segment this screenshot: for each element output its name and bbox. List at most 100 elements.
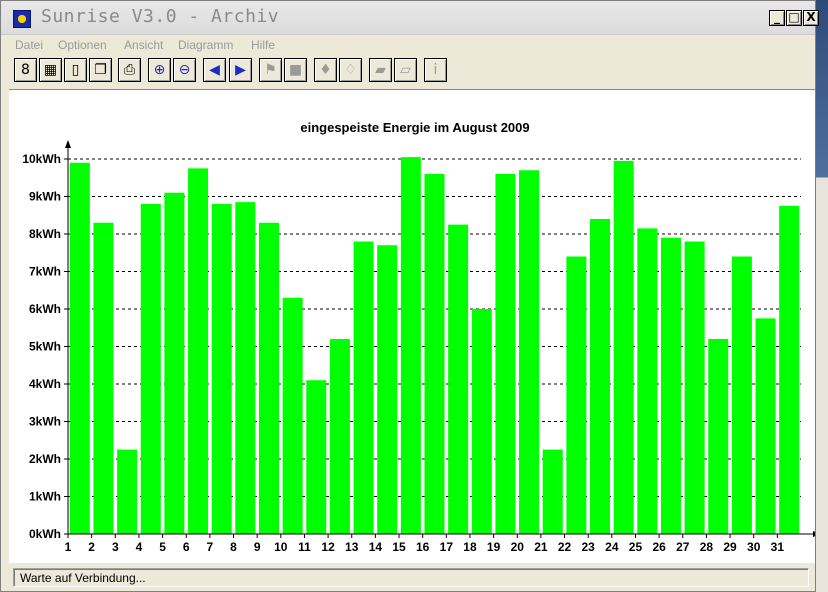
y-tick-label: 7kWh — [29, 265, 61, 279]
bar — [566, 256, 587, 534]
bar — [590, 219, 611, 534]
zoom-out-icon[interactable]: ⊖ — [173, 58, 196, 82]
x-tick-label: 13 — [345, 540, 359, 554]
x-tick-label: 26 — [652, 540, 666, 554]
bar — [660, 237, 681, 534]
bar — [755, 318, 776, 534]
window-title: Sunrise V3.0 - Archiv — [41, 6, 280, 27]
close-button[interactable]: X — [803, 10, 819, 26]
previous-icon[interactable]: ◀ — [203, 58, 226, 82]
x-tick-label: 21 — [534, 540, 548, 554]
bar — [164, 192, 185, 534]
bar — [353, 241, 374, 534]
chart-title: eingespeiste Energie im August 2009 — [300, 120, 529, 135]
folder-check-icon[interactable]: ▱ — [394, 58, 417, 82]
y-tick-label: 8kWh — [29, 227, 61, 241]
x-tick-label: 29 — [723, 540, 737, 554]
app-window: Sunrise V3.0 - Archiv _ □ X Datei Option… — [0, 0, 819, 592]
x-tick-label: 25 — [629, 540, 643, 554]
pin-icon[interactable]: ♦ — [314, 58, 337, 82]
inverter-icon[interactable]: 8 — [14, 58, 37, 82]
bar — [258, 222, 279, 534]
menu-datei[interactable]: Datei — [15, 38, 43, 52]
y-tick-label: 1kWh — [29, 490, 61, 504]
bar — [117, 449, 138, 534]
x-tick-label: 24 — [605, 540, 619, 554]
bar — [613, 160, 634, 534]
chart-area: eingespeiste Energie im August 2009 0kWh 1… — [9, 89, 815, 563]
bar — [400, 157, 421, 534]
x-tick-label: 15 — [392, 540, 406, 554]
x-tick-label: 2 — [88, 540, 95, 554]
x-tick-label: 9 — [254, 540, 261, 554]
y-tick-label: 3kWh — [29, 415, 61, 429]
bar — [495, 174, 516, 534]
menu-ansicht[interactable]: Ansicht — [124, 38, 163, 52]
x-tick-label: 8 — [230, 540, 237, 554]
pin-off-icon[interactable]: ♢ — [339, 58, 362, 82]
y-axis-arrow — [65, 140, 71, 148]
y-tick-label: 5kWh — [29, 340, 61, 354]
x-axis-arrow — [813, 531, 815, 537]
folder-icon[interactable]: ▰ — [369, 58, 392, 82]
x-tick-label: 12 — [321, 540, 335, 554]
x-tick-label: 22 — [558, 540, 572, 554]
windows-icon[interactable]: ❐ — [89, 58, 112, 82]
document-icon[interactable]: ▯ — [64, 58, 87, 82]
x-tick-label: 7 — [207, 540, 214, 554]
x-tick-label: 4 — [136, 540, 143, 554]
x-tick-label: 1 — [65, 540, 72, 554]
zoom-in-icon[interactable]: ⊕ — [148, 58, 171, 82]
bar — [211, 204, 232, 534]
bar — [306, 380, 327, 534]
y-tick-label: 10kWh — [22, 152, 61, 166]
bar — [93, 222, 114, 534]
bar — [69, 162, 90, 534]
x-tick-label: 11 — [298, 540, 311, 554]
bar — [282, 297, 303, 534]
toolbar: 8 ▦ ▯ ❐ ⎙ ⊕ ⊖ ◀ ▶ ⚑ ■ ♦ ♢ ▰ ▱ ⅰ — [1, 56, 815, 86]
square-icon[interactable]: ■ — [284, 58, 307, 82]
bar — [329, 339, 350, 534]
day-view-icon[interactable]: ▦ — [39, 58, 62, 82]
next-icon[interactable]: ▶ — [229, 58, 252, 82]
x-tick-label: 27 — [676, 540, 690, 554]
y-tick-label: 4kWh — [29, 377, 61, 391]
info-icon[interactable]: ⅰ — [424, 58, 447, 82]
energy-bar-chart: eingespeiste Energie im August 2009 0kWh 1… — [22, 120, 815, 554]
menu-diagramm[interactable]: Diagramm — [178, 38, 233, 52]
y-tick-label: 0kWh — [29, 527, 61, 541]
title-bar[interactable]: Sunrise V3.0 - Archiv _ □ X — [1, 1, 819, 35]
menu-hilfe[interactable]: Hilfe — [251, 38, 275, 52]
x-tick-label: 5 — [159, 540, 166, 554]
y-tick-label: 6kWh — [29, 302, 61, 316]
flag-icon[interactable]: ⚑ — [259, 58, 282, 82]
x-tick-label: 14 — [369, 540, 383, 554]
bar — [471, 309, 492, 534]
bar — [519, 170, 540, 534]
bar — [140, 204, 161, 534]
status-text: Warte auf Verbindung... — [13, 568, 809, 587]
y-tick-label: 9kWh — [29, 190, 61, 204]
bar — [188, 168, 209, 534]
bar — [779, 205, 800, 534]
menu-optionen[interactable]: Optionen — [58, 38, 107, 52]
bar — [377, 245, 398, 534]
maximize-button[interactable]: □ — [786, 10, 802, 26]
printer-icon[interactable]: ⎙ — [118, 58, 141, 82]
bar — [731, 256, 752, 534]
bar — [235, 202, 256, 534]
x-tick-label: 23 — [582, 540, 596, 554]
bar — [637, 228, 658, 534]
bar — [708, 339, 729, 534]
bar — [424, 174, 445, 534]
desktop-background — [814, 0, 828, 592]
bar — [448, 224, 469, 534]
status-bar: Warte auf Verbindung... — [9, 567, 815, 589]
x-tick-label: 10 — [274, 540, 288, 554]
x-tick-label: 31 — [771, 540, 785, 554]
minimize-button[interactable]: _ — [769, 10, 785, 26]
sun-app-icon[interactable] — [13, 10, 31, 28]
x-tick-label: 20 — [511, 540, 525, 554]
x-tick-label: 18 — [463, 540, 477, 554]
